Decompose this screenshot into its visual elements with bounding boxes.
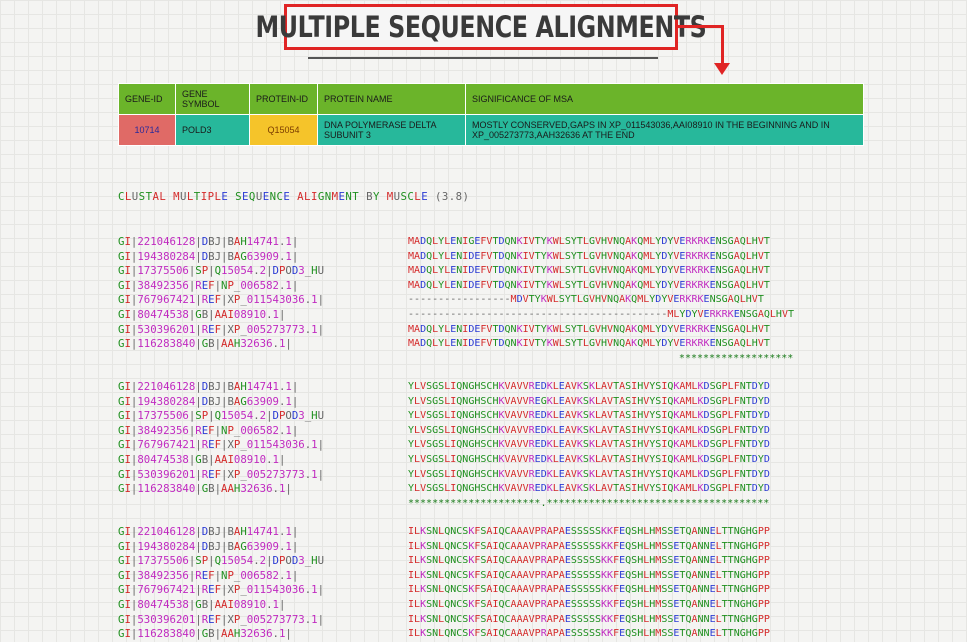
header-protein-name: PROTEIN NAME (317, 83, 466, 115)
sequence-residues: ILKSNLQNCSKFSAIQCAAAVPRAPAESSSSSKKFEQSHL… (408, 526, 770, 537)
gene-id-cell[interactable]: 10714 (118, 114, 176, 146)
sequence-id: GI|767967421|REF|XP_011543036.1| (118, 583, 324, 597)
arrow-connector-vertical (721, 25, 724, 65)
sequence-id: GI|80474538|GB|AAI08910.1| (118, 307, 286, 321)
sequence-residues: MADQLYLENIDEFVTDQNKIVTYKWLSYTLGVHVNQAKQM… (408, 279, 770, 291)
sequence-id: GI|38492356|REF|NP_006582.1| (118, 423, 299, 437)
header-significance: SIGNIFICANCE OF MSA (465, 83, 864, 115)
alignment-header: CLUSTAL MULTIPLE SEQUENCE ALIGNMENT BY M… (118, 190, 470, 203)
consensus-line: **********************.*****************… (408, 497, 770, 509)
sequence-residues: YLVSGSLIQNGHSCHKVAVVREDKLEAVKSKLAVTASIHV… (408, 381, 770, 392)
sequence-id: GI|767967421|REF|XP_011543036.1| (118, 438, 324, 452)
arrow-down-icon (714, 63, 730, 75)
sequence-residues: ----------------------------------------… (408, 308, 794, 320)
sequence-residues: MADQLYLENIGEFVTDQNKIVTYKWLSYTLGVHVNQAKQM… (408, 236, 770, 247)
sequence-id: GI|116283840|GB|AAH32636.1| (118, 337, 292, 351)
sequence-id: GI|17375506|SP|Q15054.2|DPOD3_HU (118, 264, 324, 278)
gene-info-row: 10714 POLD3 Q15054 DNA POLYMERASE DELTA … (118, 114, 864, 146)
protein-name-cell: DNA POLYMERASE DELTA SUBUNIT 3 (317, 114, 466, 146)
arrow-connector-horizontal (678, 25, 724, 28)
gene-info-table: GENE-ID GENE SYMBOL PROTEIN-ID PROTEIN N… (118, 83, 864, 146)
sequence-id: GI|530396201|REF|XP_005273773.1| (118, 322, 324, 336)
sequence-id: GI|116283840|GB|AAH32636.1| (118, 482, 292, 496)
sequence-id: GI|530396201|REF|XP_005273773.1| (118, 467, 324, 481)
sequence-residues: YLVSGSLIQNGHSCHKVAVVREDKLEAVKSKLAVTASIHV… (408, 468, 770, 480)
sequence-id: GI|194380284|DBJ|BAG63909.1| (118, 249, 299, 263)
sequence-residues: YLVSGSLIQNGHSCHKVAVVREGKLEAVKSKLAVTASIHV… (408, 395, 770, 407)
sequence-residues: YLVSGSLIQNGHSCHKVAVVREDKLEAVKSKLAVTASIHV… (408, 439, 770, 451)
sequence-id: GI|194380284|DBJ|BAG63909.1| (118, 394, 299, 408)
sequence-id: GI|80474538|GB|AAI08910.1| (118, 452, 286, 466)
gene-symbol-cell: POLD3 (175, 114, 250, 146)
sequence-residues: YLVSGSLIQNGHSCHKVAVVREDKLEAVKSKLAVTASIHV… (408, 410, 770, 422)
sequence-residues: -----------------MDVTYKWLSYTLGVHVNQAKQML… (408, 294, 764, 306)
sequence-residues: ILKSNLQNCSKFSAIQCAAAVPRAPAESSSSSKKFEQSHL… (408, 540, 770, 552)
sequence-residues: MADQLYLENIDEFVTDQNKIVTYKWLSYTLGVHVNQAKQM… (408, 265, 770, 277)
sequence-residues: MADQLYLENIDEFVTDQNKIVTYKWLSYTLGVHVNQAKQM… (408, 250, 770, 262)
sequence-residues: ILKSNLQNCSKFSAIQCAAAVPRAPAESSSSSKKFEQSHL… (408, 584, 770, 596)
header-protein-id: PROTEIN-ID (249, 83, 318, 115)
sequence-id: GI|221046128|DBJ|BAH14741.1| (118, 235, 299, 248)
sequence-id: GI|17375506|SP|Q15054.2|DPOD3_HU (118, 554, 324, 568)
significance-cell: MOSTLY CONSERVED,GAPS IN XP_011543036,AA… (465, 114, 864, 146)
sequence-residues: ILKSNLQNCSKFSAIQCAAAVPRAPAESSSSSKKFEQSHL… (408, 628, 770, 640)
header-gene-id: GENE-ID (118, 83, 176, 115)
sequence-id: GI|530396201|REF|XP_005273773.1| (118, 612, 324, 626)
sequence-id: GI|221046128|DBJ|BAH14741.1| (118, 380, 299, 393)
sequence-residues: YLVSGSLIQNGHSCHKVAVVREDKLEAVKSKLAVTASIHV… (408, 483, 770, 495)
protein-id-cell[interactable]: Q15054 (249, 114, 318, 146)
sequence-id: GI|767967421|REF|XP_011543036.1| (118, 293, 324, 307)
sequence-residues: MADQLYLENIDEFVTDQNKIVTYKWLSYTLGVHVNQAKQM… (408, 323, 770, 335)
sequence-residues: ILKSNLQNCSKFSAIQCAAAVPRAPAESSSSSKKFEQSHL… (408, 569, 770, 581)
sequence-id: GI|80474538|GB|AAI08910.1| (118, 597, 286, 611)
gene-info-header-row: GENE-ID GENE SYMBOL PROTEIN-ID PROTEIN N… (118, 83, 864, 115)
sequence-residues: ILKSNLQNCSKFSAIQCAAAVPRAPAESSSSSKKFEQSHL… (408, 613, 770, 625)
sequence-residues: YLVSGSLIQNGHSCHKVAVVREDKLEAVKSKLAVTASIHV… (408, 424, 770, 436)
sequence-residues: ILKSNLQNCSKFSAIQCAAAVPRAPAESSSSSKKFEQSHL… (408, 555, 770, 567)
sequence-residues: ILKSNLQNCSKFSAIQCAAAVPRAPAESSSSSKKFEQSHL… (408, 598, 770, 610)
consensus-line: ******************* (408, 352, 794, 364)
sequence-residues: YLVSGSLIQNGHSCHKVAVVREDKLEAVKSKLAVTASIHV… (408, 453, 770, 465)
page-title-banner: MULTIPLE SEQUENCE ALIGNMENTS (256, 4, 707, 50)
sequence-id: GI|38492356|REF|NP_006582.1| (118, 568, 299, 582)
sequence-id: GI|221046128|DBJ|BAH14741.1| (118, 525, 299, 538)
header-gene-symbol: GENE SYMBOL (175, 83, 250, 115)
sequence-id: GI|17375506|SP|Q15054.2|DPOD3_HU (118, 409, 324, 423)
sequence-residues: MADQLYLENIDEFVTDQNKIVTYKWLSYTLGVHVNQAKQM… (408, 338, 770, 350)
title-underline (308, 57, 658, 59)
sequence-id: GI|38492356|REF|NP_006582.1| (118, 278, 299, 292)
sequence-id: GI|116283840|GB|AAH32636.1| (118, 627, 292, 641)
sequence-id: GI|194380284|DBJ|BAG63909.1| (118, 539, 299, 553)
page-title: MULTIPLE SEQUENCE ALIGNMENTS (255, 10, 707, 44)
